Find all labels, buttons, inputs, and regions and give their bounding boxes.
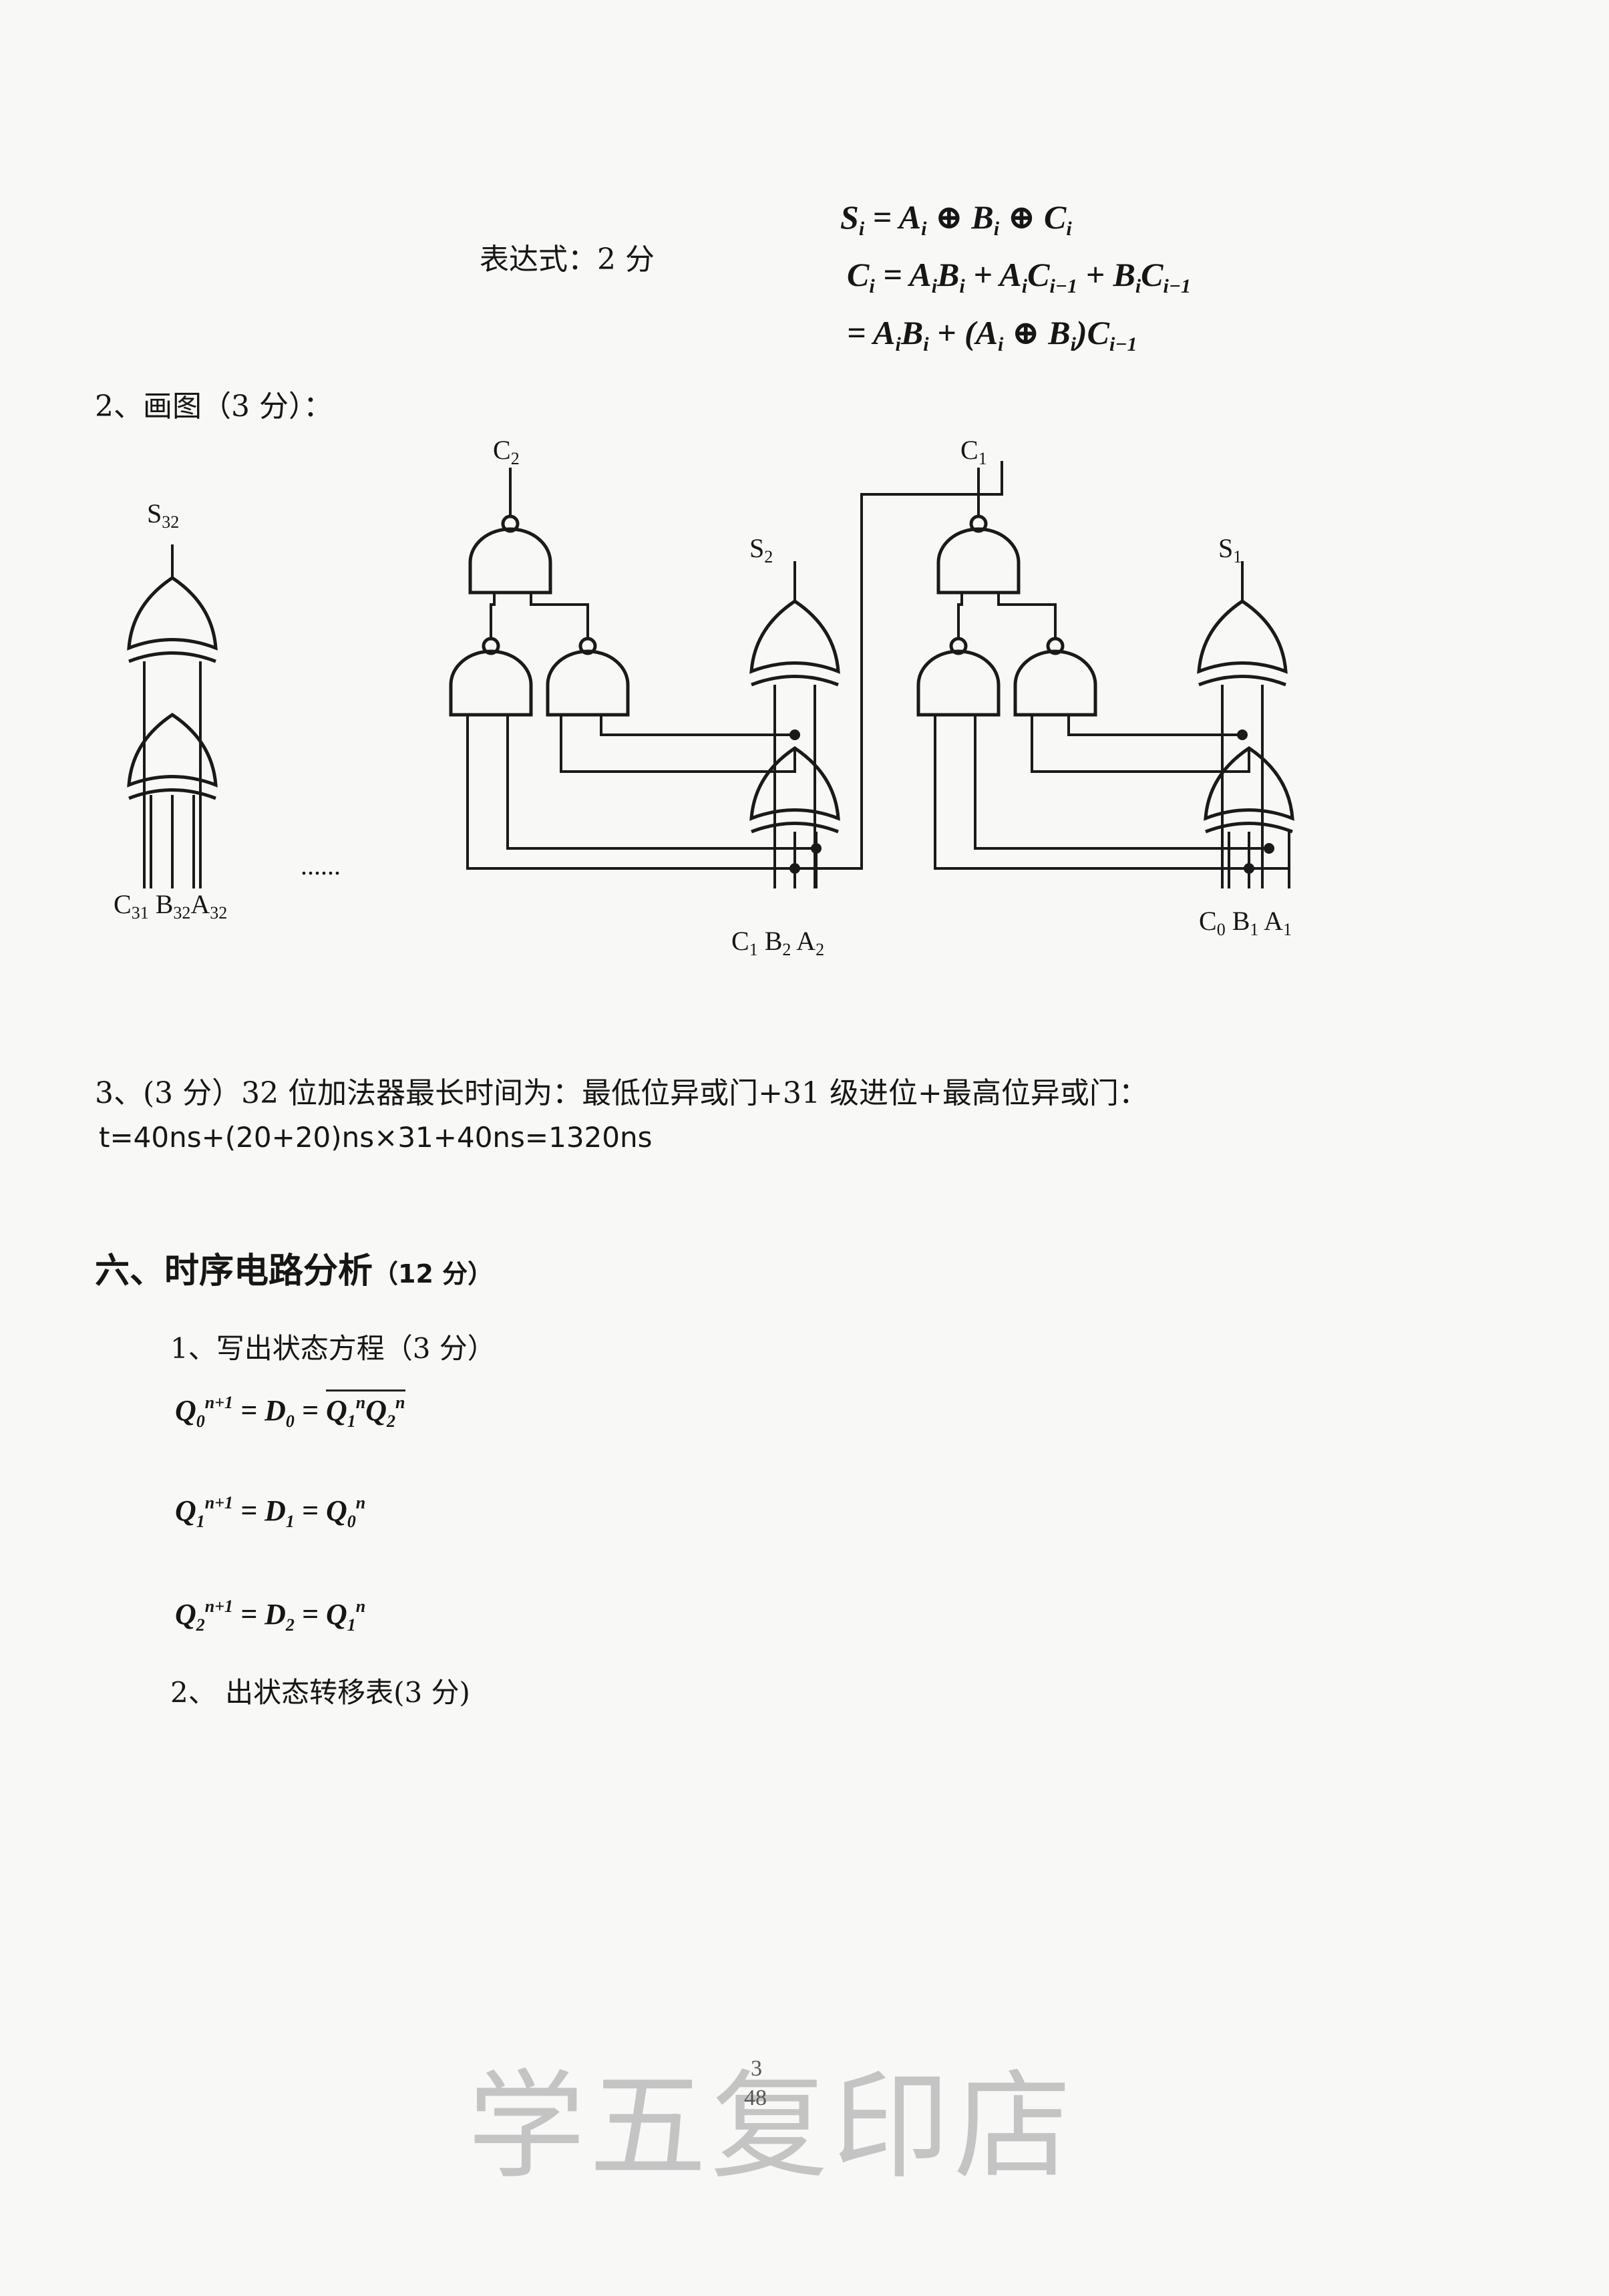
item3-line2: t=40ns+(20+20)ns×31+40ns=1320ns: [99, 1121, 653, 1154]
label-s1: S1: [1218, 533, 1242, 566]
label-bottom-mid: C1 B2 A2: [731, 926, 825, 959]
item3-line1: 3、(3 分）32 位加法器最长时间为：最低位异或门+31 级进位+最高位异或门…: [95, 1076, 1148, 1110]
state-eq-q0: Q0n+1 = D0 = Q1nQ2n: [175, 1389, 405, 1432]
sub2-title: 2、 出状态转移表(3 分): [170, 1676, 470, 1709]
page-number: 3: [751, 2056, 762, 2081]
label-c2: C2: [493, 435, 520, 468]
label-bottom-left: C31 B32A32: [114, 889, 228, 923]
ellipsis: ......: [301, 850, 341, 880]
sub1-title: 1、写出状态方程（3 分）: [170, 1332, 496, 1365]
print-shop-stamp: 学五复印店: [468, 2058, 1076, 2195]
state-eq-q2: Q2n+1 = D2 = Q1n: [175, 1597, 366, 1635]
label-s2: S2: [749, 533, 773, 566]
label-bottom-right: C0 B1 A1: [1199, 906, 1292, 939]
label-c1: C1: [960, 435, 987, 468]
section6-title: 六、时序电路分析（12 分）: [95, 1251, 494, 1291]
page-number-total: 48: [744, 2086, 767, 2110]
state-eq-q1: Q1n+1 = D1 = Q0n: [175, 1493, 366, 1531]
label-s32: S32: [147, 498, 180, 532]
